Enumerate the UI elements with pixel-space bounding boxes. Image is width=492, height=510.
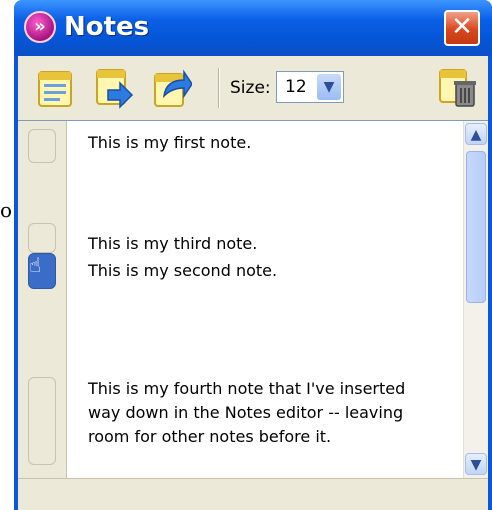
- notes-editor[interactable]: ☝ This is my first note. This is my thir…: [18, 120, 488, 479]
- toolbar-separator: [218, 68, 220, 108]
- scroll-down-icon[interactable]: ▼: [465, 453, 487, 475]
- app-icon: »: [24, 11, 56, 43]
- hand-cursor-icon: ☝: [29, 253, 42, 277]
- status-bar: [18, 478, 488, 510]
- scrollbar-thumb[interactable]: [466, 151, 486, 303]
- toolbar: Size: 12 ▼: [18, 56, 488, 121]
- note-text[interactable]: This is my second note.: [88, 259, 448, 283]
- size-select[interactable]: 12 ▼: [276, 71, 344, 103]
- note-gutter: ☝: [18, 121, 67, 479]
- note-handle[interactable]: [28, 129, 56, 163]
- size-label: Size:: [230, 78, 271, 98]
- export-icon[interactable]: [152, 66, 192, 110]
- trash-icon[interactable]: [438, 66, 478, 110]
- note-text[interactable]: This is my first note.: [88, 131, 448, 155]
- note-text[interactable]: This is my fourth note that I've inserte…: [88, 377, 448, 449]
- close-button[interactable]: ✕: [444, 10, 480, 46]
- title-bar[interactable]: » Notes ✕: [14, 0, 492, 56]
- window-client: Size: 12 ▼ ☝ This is my first note. This…: [18, 56, 488, 510]
- note-text[interactable]: This is my third note.: [88, 232, 448, 256]
- note-handle[interactable]: [28, 223, 56, 253]
- import-icon[interactable]: [94, 66, 134, 110]
- background-text-fragment: o: [0, 198, 13, 222]
- close-icon: ✕: [451, 12, 473, 42]
- notes-window: » Notes ✕ Size: 12 ▼ ☝ This is my first …: [14, 0, 492, 510]
- note-handle[interactable]: [28, 377, 56, 465]
- window-title: Notes: [64, 12, 150, 42]
- chevron-down-icon[interactable]: ▼: [317, 74, 341, 100]
- vertical-scrollbar[interactable]: ▲ ▼: [463, 121, 488, 479]
- scroll-up-icon[interactable]: ▲: [465, 123, 487, 145]
- size-value: 12: [285, 77, 307, 97]
- new-note-icon[interactable]: [36, 66, 76, 110]
